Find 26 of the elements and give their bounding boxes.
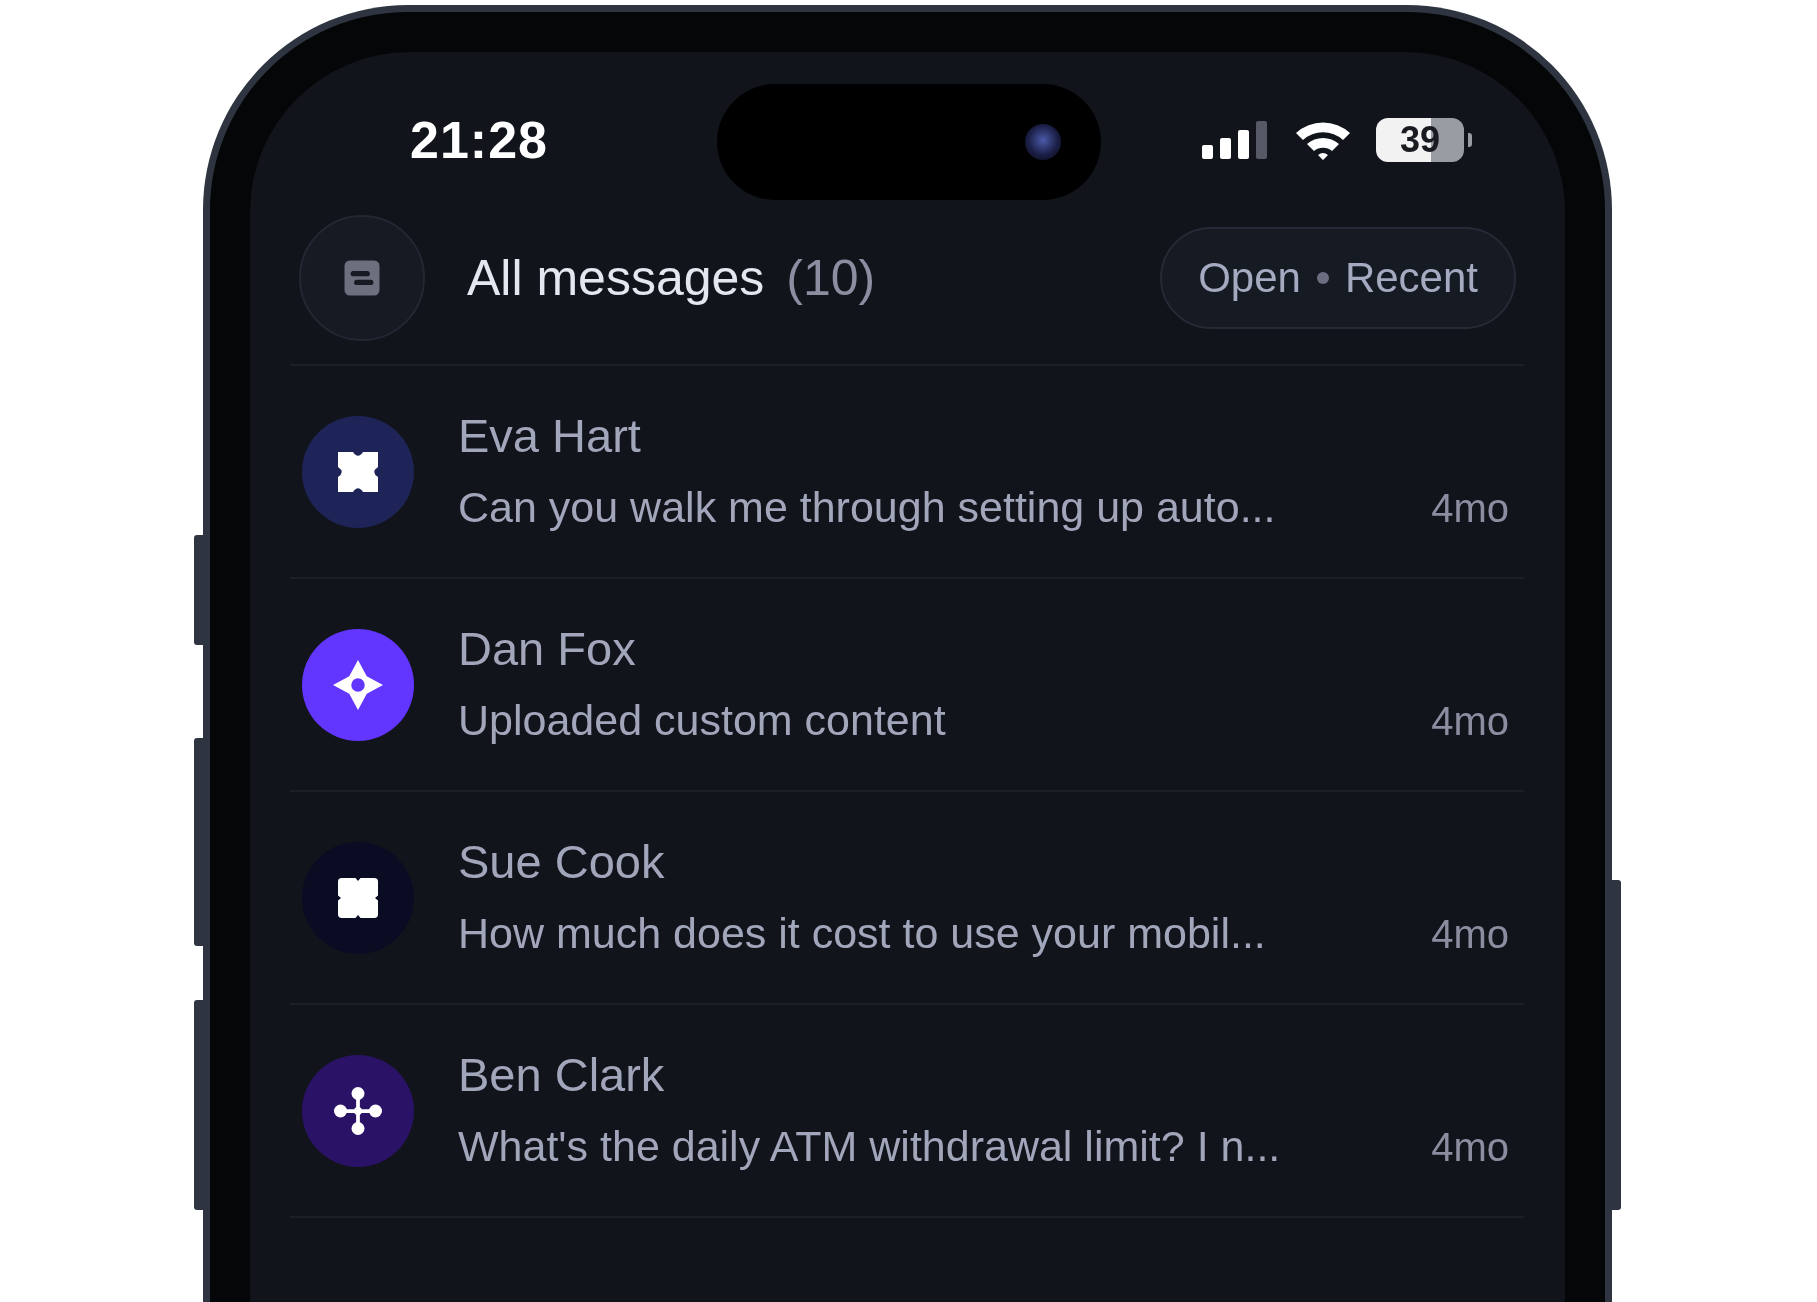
contact-name: Ben Clark	[458, 1048, 666, 1101]
signal-icon	[1202, 121, 1270, 159]
separator-dot	[1316, 272, 1329, 284]
timestamp: 4mo	[1431, 1124, 1509, 1170]
filter-pill[interactable]: Open Recent	[1160, 227, 1516, 329]
battery-percent: 39	[1399, 119, 1440, 161]
conversation-row[interactable]: Sue Cook How much does it cost to use your mobil... 4mo	[290, 792, 1524, 1005]
contact-name: Dan Fox	[458, 622, 637, 675]
clock-time: 21:28	[410, 110, 548, 170]
conversation-row[interactable]: Dan Fox Uploaded custom content 4mo	[290, 579, 1524, 792]
conversation-row[interactable]: Ben Clark What's the daily ATM withdrawal limit? I n... 4mo	[290, 1005, 1524, 1218]
camera-lens	[1025, 124, 1061, 160]
message-preview: How much does it cost to use your mobil...	[458, 907, 1266, 959]
contact-name: Eva Hart	[458, 409, 642, 462]
timestamp: 4mo	[1431, 485, 1509, 531]
message-preview: Can you walk me through setting up auto...	[458, 481, 1276, 533]
sort-filter: Recent	[1344, 254, 1478, 302]
message-count: (10)	[786, 249, 876, 307]
contact-name: Sue Cook	[458, 835, 666, 888]
message-preview: What's the daily ATM withdrawal limit? I n...	[458, 1120, 1281, 1172]
timestamp: 4mo	[1431, 911, 1509, 957]
timestamp: 4mo	[1431, 698, 1509, 744]
conversation-row[interactable]: Eva Hart Can you walk me through setting up auto... 4mo	[290, 366, 1524, 579]
status-filter: Open	[1198, 254, 1301, 302]
page-title: All messages	[467, 249, 765, 307]
message-preview: Uploaded custom content	[458, 694, 946, 746]
